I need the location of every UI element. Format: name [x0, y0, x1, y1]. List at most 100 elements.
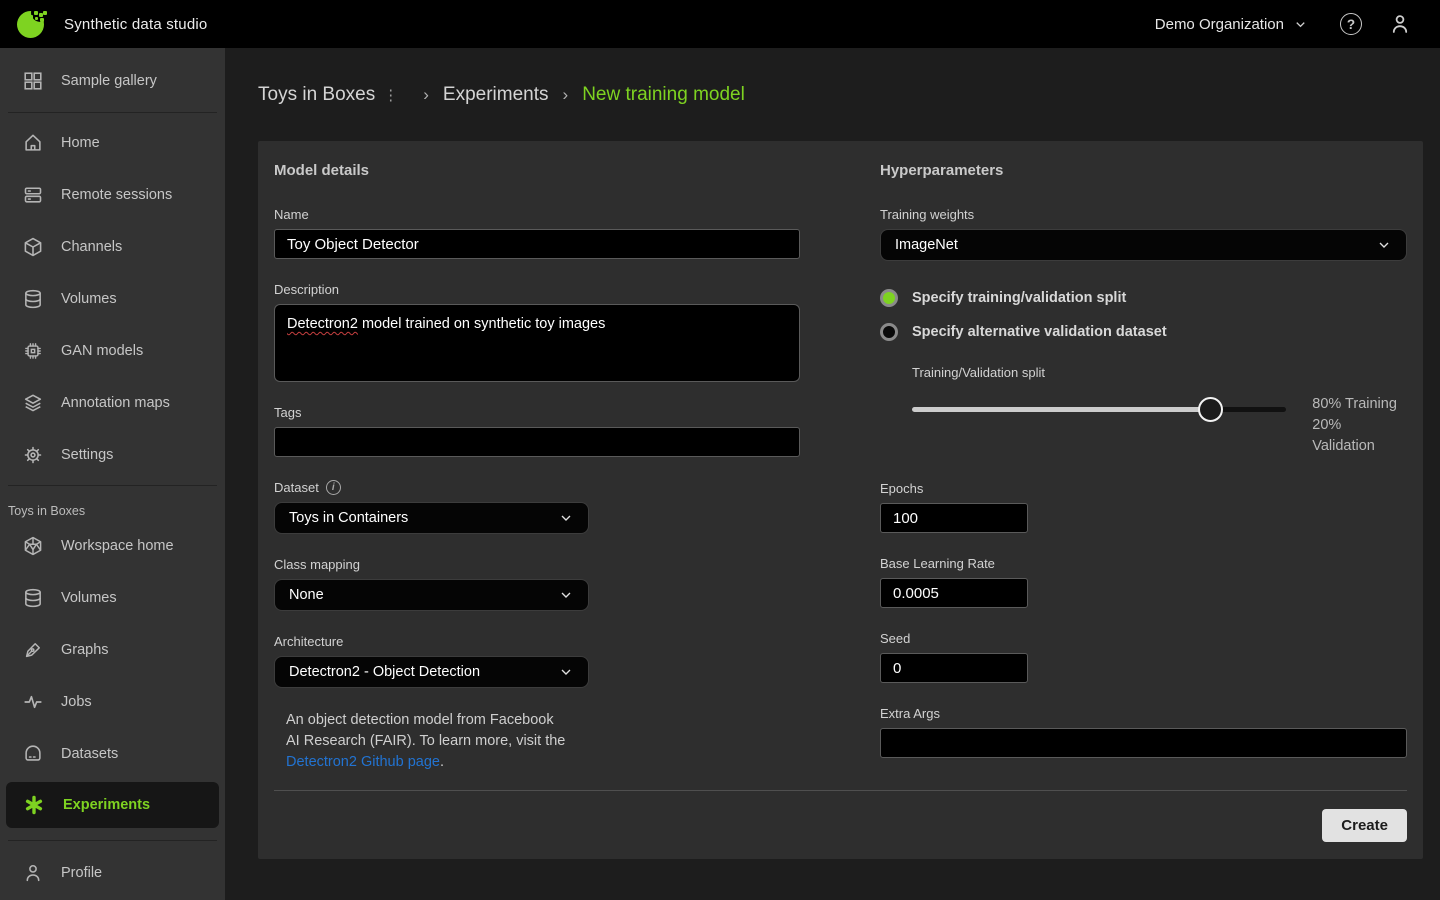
class-mapping-label: Class mapping	[274, 557, 800, 572]
breadcrumb: Toys in Boxes ⋮ › Experiments › New trai…	[258, 48, 1423, 141]
training-weights-label: Training weights	[880, 207, 1407, 222]
dataset-select[interactable]: Toys in Containers	[274, 502, 589, 534]
description-misspelled-text: Detectron2	[287, 316, 358, 332]
sidebar-item-remote-sessions[interactable]: Remote sessions	[0, 169, 225, 221]
radio-unselected-icon	[880, 323, 898, 341]
radio-label: Specify alternative validation dataset	[912, 324, 1167, 340]
name-label: Name	[274, 207, 800, 222]
sidebar-item-gan-models[interactable]: GAN models	[0, 325, 225, 377]
sidebar-divider	[8, 840, 217, 841]
radio-split-option[interactable]: Specify training/validation split	[880, 289, 1407, 307]
app-logo-icon	[16, 6, 50, 42]
extra-args-input[interactable]	[880, 728, 1407, 758]
split-slider-values: 80% Training 20% Validation	[1312, 394, 1407, 457]
gear-icon	[22, 444, 44, 466]
base-learning-rate-input[interactable]	[880, 578, 1028, 608]
epochs-input[interactable]	[880, 503, 1028, 533]
sidebar-item-profile[interactable]: Profile	[0, 847, 225, 899]
sidebar-item-settings[interactable]: Settings	[0, 429, 225, 481]
dataset-label: Dataset	[274, 480, 319, 495]
asterisk-icon	[22, 793, 46, 817]
validation-percent-label: 20% Validation	[1312, 415, 1407, 457]
breadcrumb-current: New training model	[582, 84, 745, 106]
sidebar: Sample gallery Home Remote sessions Chan…	[0, 48, 225, 900]
user-menu-button[interactable]	[1388, 12, 1412, 36]
model-details-heading: Model details	[274, 162, 800, 179]
sidebar-item-label: Experiments	[63, 797, 150, 813]
info-icon[interactable]: i	[326, 480, 341, 495]
architecture-help-suffix: .	[440, 754, 444, 770]
app-title: Synthetic data studio	[64, 16, 207, 33]
sidebar-item-label: Profile	[61, 865, 102, 881]
sidebar-item-label: Datasets	[61, 746, 118, 762]
sidebar-item-label: Workspace home	[61, 538, 174, 554]
radio-alt-validation-option[interactable]: Specify alternative validation dataset	[880, 323, 1407, 341]
sidebar-item-volumes[interactable]: Volumes	[0, 273, 225, 325]
training-weights-select[interactable]: ImageNet	[880, 229, 1407, 261]
workspace-section-label: Toys in Boxes	[0, 490, 225, 520]
split-slider-label: Training/Validation split	[912, 365, 1407, 380]
radio-selected-icon	[880, 289, 898, 307]
seed-input[interactable]	[880, 653, 1028, 683]
architecture-select[interactable]: Detectron2 - Object Detection	[274, 656, 589, 688]
description-text: model trained on synthetic toy images	[358, 316, 605, 332]
organization-dropdown[interactable]: Demo Organization	[1155, 16, 1308, 33]
help-button[interactable]: ?	[1340, 13, 1362, 35]
breadcrumb-separator: ›	[563, 85, 569, 105]
sidebar-item-label: Volumes	[61, 291, 117, 307]
split-slider[interactable]	[912, 396, 1286, 422]
dataset-selected-value: Toys in Containers	[289, 510, 408, 526]
database-icon	[22, 288, 44, 310]
name-input[interactable]	[274, 229, 800, 259]
sidebar-item-channels[interactable]: Channels	[0, 221, 225, 273]
sidebar-item-ws-volumes[interactable]: Volumes	[0, 572, 225, 624]
chevron-down-icon	[558, 587, 574, 603]
epochs-label: Epochs	[880, 481, 1407, 496]
sidebar-item-annotation-maps[interactable]: Annotation maps	[0, 377, 225, 429]
chevron-down-icon	[558, 664, 574, 680]
sidebar-item-label: Annotation maps	[61, 395, 170, 411]
seed-label: Seed	[880, 631, 1407, 646]
chevron-down-icon	[558, 510, 574, 526]
sidebar-divider	[8, 485, 217, 486]
grid-icon	[22, 70, 44, 92]
new-model-form-card: Model details Name Description Detectron…	[258, 141, 1423, 859]
sidebar-item-workspace-home[interactable]: Workspace home	[0, 520, 225, 572]
sidebar-item-graphs[interactable]: Graphs	[0, 624, 225, 676]
sidebar-item-datasets[interactable]: Datasets	[0, 728, 225, 780]
sidebar-item-label: Jobs	[61, 694, 92, 710]
server-icon	[22, 184, 44, 206]
sidebar-item-label: Remote sessions	[61, 187, 172, 203]
help-icon: ?	[1340, 13, 1362, 35]
detectron2-github-link[interactable]: Detectron2 Github page	[286, 754, 440, 770]
architecture-selected-value: Detectron2 - Object Detection	[289, 664, 480, 680]
training-weights-selected-value: ImageNet	[895, 237, 958, 253]
geodesic-icon	[22, 535, 44, 557]
sidebar-item-jobs[interactable]: Jobs	[0, 676, 225, 728]
tags-input[interactable]	[274, 427, 800, 457]
kebab-menu-icon[interactable]: ⋮	[383, 86, 397, 104]
person-icon	[22, 862, 44, 884]
description-textarea[interactable]: Detectron2 model trained on synthetic to…	[274, 304, 800, 382]
sidebar-item-label: GAN models	[61, 343, 143, 359]
chevron-down-icon	[1376, 237, 1392, 253]
main-content: Toys in Boxes ⋮ › Experiments › New trai…	[225, 48, 1440, 900]
activity-icon	[22, 691, 44, 713]
breadcrumb-workspace[interactable]: Toys in Boxes	[258, 84, 375, 106]
breadcrumb-section[interactable]: Experiments	[443, 84, 549, 106]
sidebar-item-home[interactable]: Home	[0, 117, 225, 169]
training-percent-label: 80% Training	[1312, 394, 1407, 415]
sidebar-item-label: Graphs	[61, 642, 109, 658]
split-slider-thumb[interactable]	[1198, 397, 1223, 422]
database-icon	[22, 587, 44, 609]
sidebar-item-sample-gallery[interactable]: Sample gallery	[0, 54, 225, 108]
sidebar-item-label: Sample gallery	[61, 73, 157, 89]
home-icon	[22, 132, 44, 154]
sidebar-item-label: Volumes	[61, 590, 117, 606]
architecture-help-prefix: An object detection model from Facebook …	[286, 712, 565, 749]
class-mapping-select[interactable]: None	[274, 579, 589, 611]
architecture-label: Architecture	[274, 634, 800, 649]
architecture-help-text: An object detection model from Facebook …	[286, 710, 568, 773]
sidebar-item-experiments[interactable]: Experiments	[6, 782, 219, 828]
create-button[interactable]: Create	[1322, 809, 1407, 842]
